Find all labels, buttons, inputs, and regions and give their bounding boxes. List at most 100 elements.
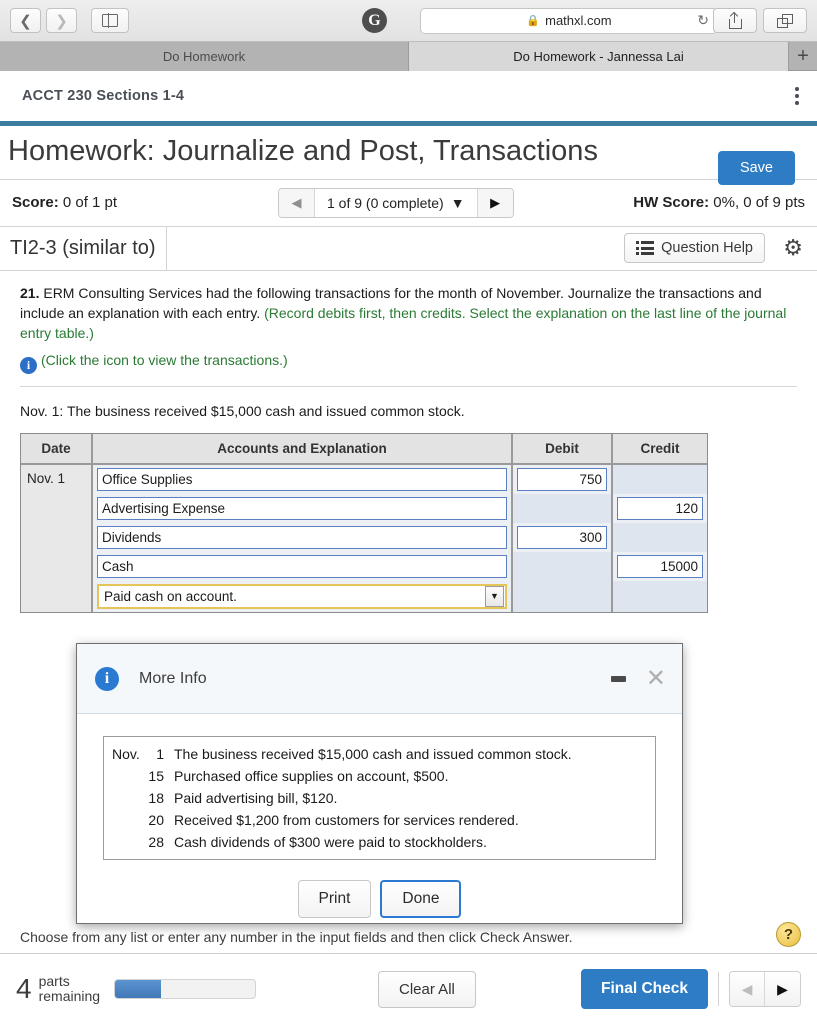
account-cell-3 <box>93 523 513 552</box>
parts-remaining: 4 parts remaining <box>16 973 100 1005</box>
transaction-text: Received $1,200 from customers for servi… <box>174 809 655 831</box>
pager-prev-button[interactable]: ◀ <box>279 189 315 217</box>
debit-cell-5 <box>513 581 613 612</box>
score-label: Score: <box>12 194 59 211</box>
new-tab-button[interactable]: + <box>789 42 817 70</box>
day-label: 15 <box>148 765 174 787</box>
credit-input-4[interactable] <box>617 555 703 578</box>
dialog-body: Nov. 1 The business received $15,000 cas… <box>77 714 682 918</box>
account-input-2[interactable] <box>97 497 507 520</box>
credit-cell-3[interactable] <box>613 523 707 552</box>
day-label: 1 <box>148 743 174 765</box>
progress-bar <box>114 979 256 999</box>
browser-tab-1[interactable]: Do Homework <box>0 42 409 71</box>
close-icon[interactable]: ✕ <box>646 667 666 691</box>
transactions-table: Nov. 1 The business received $15,000 cas… <box>104 743 655 853</box>
list-item: 28 Cash dividends of $300 were paid to s… <box>104 831 655 853</box>
transaction-text: Cash dividends of $300 were paid to stoc… <box>174 831 655 853</box>
clear-all-button[interactable]: Clear All <box>378 971 476 1008</box>
debit-cell-4[interactable] <box>513 552 613 581</box>
instruction-text: Choose from any list or enter any number… <box>0 924 817 945</box>
course-title: ACCT 230 Sections 1-4 <box>22 88 184 104</box>
explanation-dropdown[interactable]: Paid cash on account. ▼ <box>97 584 507 609</box>
done-button[interactable]: Done <box>380 880 461 918</box>
more-info-dialog: i More Info ✕ Nov. 1 The business receiv… <box>76 643 683 924</box>
transaction-text: Paid advertising bill, $120. <box>174 787 655 809</box>
page-title: Homework: Journalize and Post, Transacti… <box>8 135 648 169</box>
transaction-text: Purchased office supplies on account, $5… <box>174 765 655 787</box>
share-icon <box>729 13 742 29</box>
browser-tab-2[interactable]: Do Homework - Jannessa Lai <box>409 42 789 71</box>
debit-input-1[interactable] <box>517 468 607 491</box>
list-item: Nov. 1 The business received $15,000 cas… <box>104 743 655 765</box>
day-label: 28 <box>148 831 174 853</box>
debit-cell-1 <box>513 465 613 494</box>
account-cell-4 <box>93 552 513 581</box>
header-debit: Debit <box>513 434 613 465</box>
table-header-row: Date Accounts and Explanation Debit Cred… <box>21 434 707 465</box>
debit-cell-2[interactable] <box>513 494 613 523</box>
score-value: 0 of 1 pt <box>63 194 117 211</box>
table-row <box>21 494 707 523</box>
account-input-4[interactable] <box>97 555 507 578</box>
day-label: 18 <box>148 787 174 809</box>
account-input-3[interactable] <box>97 526 507 549</box>
credit-input-2[interactable] <box>617 497 703 520</box>
sidebar-toggle-button[interactable] <box>91 8 129 33</box>
list-item: 15 Purchased office supplies on account,… <box>104 765 655 787</box>
footer-next-button[interactable]: ▶ <box>765 972 800 1006</box>
assignment-header: Homework: Journalize and Post, Transacti… <box>0 126 817 180</box>
instruction-strip: Choose from any list or enter any number… <box>0 924 817 954</box>
minimize-icon[interactable] <box>611 676 626 682</box>
exercise-id: TI2-3 (similar to) <box>0 227 167 270</box>
month-label-blank <box>104 809 148 831</box>
gear-icon[interactable]: ⚙ <box>783 235 803 261</box>
pager-dropdown[interactable]: 1 of 9 (0 complete) ▼ <box>315 189 477 217</box>
parts-label-line1: parts <box>39 973 70 989</box>
share-button[interactable] <box>713 8 757 33</box>
journal-entry-table: Date Accounts and Explanation Debit Cred… <box>20 433 708 613</box>
parts-label: parts remaining <box>39 974 100 1005</box>
exercise-id-bar: TI2-3 (similar to) Question Help ⚙ <box>0 227 817 271</box>
pager-label-text: 1 of 9 (0 complete) <box>327 195 444 211</box>
url-text: mathxl.com <box>545 13 611 28</box>
parts-label-line2: remaining <box>39 988 100 1004</box>
journal-date: Nov. 1 <box>21 465 93 612</box>
reload-icon[interactable]: ↻ <box>697 12 709 29</box>
chevron-down-icon: ▼ <box>485 586 504 607</box>
dialog-footer: Print Done <box>103 880 656 918</box>
explanation-value: Paid cash on account. <box>104 589 237 604</box>
info-icon[interactable]: i <box>20 357 37 374</box>
month-label-blank <box>104 765 148 787</box>
forward-button[interactable]: ❯ <box>46 8 77 33</box>
account-input-1[interactable] <box>97 468 507 491</box>
month-label: Nov. <box>104 743 148 765</box>
hw-score-label: HW Score: <box>633 194 709 211</box>
sub-prompt: Nov. 1: The business received $15,000 ca… <box>0 387 817 427</box>
account-cell-2 <box>93 494 513 523</box>
table-row: Nov. 1 <box>21 465 707 494</box>
address-bar[interactable]: 🔒 mathxl.com ↻ <box>420 8 718 34</box>
divider <box>718 972 719 1006</box>
help-button[interactable]: ? <box>776 922 801 947</box>
extension-button[interactable]: G <box>362 8 387 33</box>
hw-score-value: 0%, 0 of 9 pts <box>713 194 805 211</box>
final-check-button[interactable]: Final Check <box>581 969 708 1009</box>
pager-next-button[interactable]: ▶ <box>477 189 513 217</box>
browser-toolbar: ❮ ❯ G 🔒 mathxl.com ↻ <box>0 0 817 42</box>
nav-buttons: ❮ ❯ <box>10 8 77 33</box>
question-help-label: Question Help <box>661 240 753 256</box>
debit-input-3[interactable] <box>517 526 607 549</box>
footer-right-group: Final Check ◀ ▶ <box>581 969 801 1009</box>
kebab-menu-icon[interactable] <box>795 87 799 105</box>
header-date: Date <box>21 434 93 465</box>
back-button[interactable]: ❮ <box>10 8 41 33</box>
print-button[interactable]: Print <box>298 880 372 918</box>
lock-icon: 🔒 <box>526 14 540 27</box>
credit-cell-1[interactable] <box>613 465 707 494</box>
credit-cell-2 <box>613 494 707 523</box>
question-help-button[interactable]: Question Help <box>624 233 765 263</box>
account-cell-1 <box>93 465 513 494</box>
tab-overview-button[interactable] <box>763 8 807 33</box>
footer-prev-button[interactable]: ◀ <box>730 972 765 1006</box>
